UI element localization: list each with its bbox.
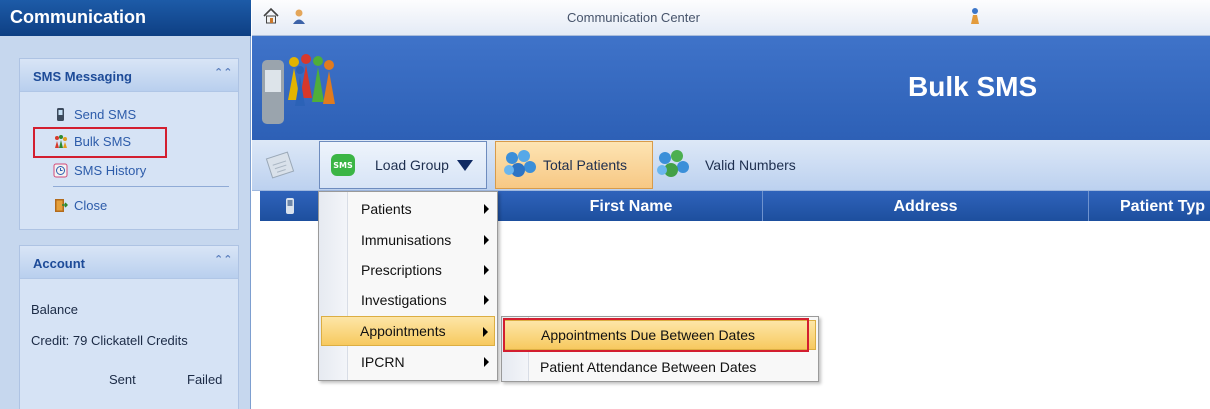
menu-item-prescriptions[interactable]: Prescriptions [321, 255, 495, 285]
total-patients-label: Total Patients [543, 157, 628, 173]
valid-numbers-label: Valid Numbers [705, 156, 796, 173]
submenu-arrow-icon [483, 327, 488, 337]
submenu-arrow-icon [484, 357, 489, 367]
page-banner: Bulk SMS [252, 36, 1210, 140]
menu-item-immunisations[interactable]: Immunisations [321, 225, 495, 255]
submenu-arrow-icon [484, 204, 489, 214]
submenu-arrow-icon [484, 295, 489, 305]
menu-item-appointments[interactable]: Appointments [321, 316, 495, 346]
valid-numbers-button[interactable]: Valid Numbers [655, 140, 815, 189]
left-navigation: Communication SMS Messaging ⌃⌃ Send SMS … [0, 0, 251, 409]
nav-sms-history[interactable]: SMS History [53, 161, 146, 179]
phone-people-logo-icon [260, 50, 340, 134]
nav-send-sms[interactable]: Send SMS [53, 105, 136, 123]
credit-text: Credit: 79 Clickatell Credits [31, 333, 188, 348]
column-first-name[interactable]: First Name [500, 191, 762, 221]
close-door-icon [53, 198, 69, 213]
nav-title: Communication [0, 0, 251, 36]
page-title: Bulk SMS [908, 71, 1038, 102]
nav-separator [53, 186, 229, 187]
window-title: Communication Center [567, 10, 700, 25]
load-group-menu: Patients Immunisations Prescriptions Inv… [318, 191, 498, 381]
nav-send-sms-label: Send SMS [74, 106, 137, 122]
user-icon[interactable] [290, 7, 308, 25]
collapse-chevron-icon[interactable]: ⌃⌃ [214, 253, 232, 267]
account-panel-header[interactable]: Account ⌃⌃ [20, 246, 238, 279]
sent-label: Sent [109, 372, 136, 387]
menu-item-investigations[interactable]: Investigations [321, 285, 495, 315]
column-first-name-label: First Name [589, 198, 673, 215]
menu-item-ipcrn[interactable]: IPCRN [321, 347, 495, 377]
notepad-icon[interactable] [265, 149, 297, 179]
patients-group-icon [502, 148, 538, 182]
nav-sms-history-label: SMS History [74, 162, 147, 178]
valid-patients-icon [655, 148, 691, 182]
menu-item-label: Appointments [360, 323, 446, 339]
info-icon[interactable] [966, 6, 984, 26]
sms-icon: SMS [330, 153, 356, 177]
toolbar: SMS Load Group Total Patients Valid Numb… [252, 140, 1210, 191]
balance-label: Balance [31, 302, 78, 317]
column-address[interactable]: Address [762, 191, 1088, 221]
submenu-arrow-icon [484, 265, 489, 275]
menu-item-label: Immunisations [361, 232, 452, 248]
menu-item-label: Patients [361, 201, 412, 217]
menu-item-label: Prescriptions [361, 262, 442, 278]
load-group-label: Load Group [375, 157, 449, 173]
submenu-arrow-icon [484, 235, 489, 245]
sms-messaging-panel-header[interactable]: SMS Messaging ⌃⌃ [20, 59, 238, 92]
total-patients-button[interactable]: Total Patients [495, 141, 653, 189]
bulk-sms-highlight [33, 127, 167, 158]
menu-item-label: Investigations [361, 292, 447, 308]
load-group-button[interactable]: SMS Load Group [319, 141, 487, 189]
title-bar: Communication Center [252, 0, 1210, 36]
home-icon[interactable] [262, 7, 280, 25]
panel-title: Account [33, 256, 85, 271]
menu-item-label: IPCRN [361, 354, 405, 370]
nav-close-label: Close [74, 197, 108, 213]
nav-close[interactable]: Close [53, 196, 107, 214]
appointments-due-highlight [503, 318, 809, 352]
submenu-item-patient-attendance[interactable]: Patient Attendance Between Dates [504, 352, 816, 382]
mobile-column-icon[interactable] [284, 197, 296, 215]
collapse-chevron-icon[interactable]: ⌃⌃ [214, 66, 232, 80]
column-patient-type[interactable]: Patient Typ [1088, 191, 1210, 221]
account-panel: Account ⌃⌃ Balance Credit: 79 Clickatell… [19, 245, 239, 409]
panel-title: SMS Messaging [33, 69, 132, 84]
column-address-label: Address [893, 198, 958, 215]
phone-icon [53, 107, 68, 122]
svg-text:SMS: SMS [333, 161, 353, 170]
menu-item-patients[interactable]: Patients [321, 194, 495, 224]
failed-label: Failed [187, 372, 223, 387]
history-icon [53, 163, 68, 178]
submenu-item-label: Patient Attendance Between Dates [540, 359, 757, 375]
dropdown-arrow-icon[interactable] [456, 159, 473, 171]
column-patient-type-label: Patient Typ [1120, 198, 1206, 215]
